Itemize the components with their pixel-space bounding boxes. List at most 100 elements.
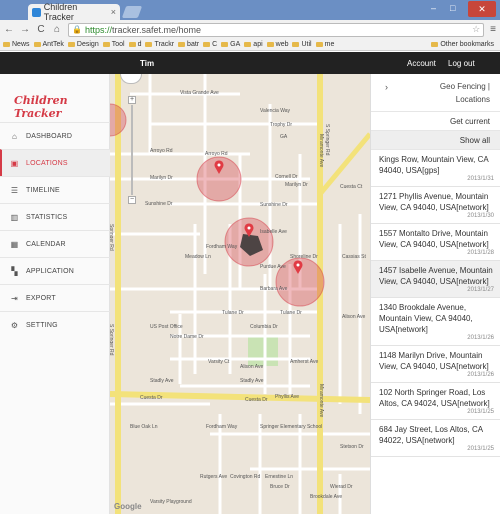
street-label: Alison Ave [342, 314, 366, 320]
sidebar-item-calendar[interactable]: ▦ CALENDAR [0, 230, 110, 257]
grid-icon: ▚ [11, 266, 18, 276]
location-item[interactable]: 1457 Isabelle Avenue, Mountain View, CA … [371, 261, 500, 298]
bookmark-item[interactable]: me [315, 41, 334, 48]
locations-panel: › Geo Fencing | Locations Get current Sh… [370, 74, 500, 514]
sidebar-item-statistics[interactable]: ▥ STATISTICS [0, 203, 110, 230]
location-item[interactable]: 102 North Springer Road, Los Altos, CA 9… [371, 383, 500, 420]
location-date: 2013/1/28 [467, 250, 494, 256]
folder-icon [431, 42, 439, 47]
current-user[interactable]: Tim [140, 59, 154, 68]
street-label: US Post Office [150, 324, 183, 330]
bookmark-item[interactable]: Tool [102, 41, 125, 48]
sidebar-item-label: APPLICATION [26, 267, 74, 275]
street-label: Cassias St [342, 254, 366, 260]
bookmark-item[interactable]: web [266, 41, 288, 48]
sidebar-item-dashboard[interactable]: ⌂ DASHBOARD [0, 122, 110, 149]
brand-logo[interactable]: Children Tracker [14, 94, 109, 120]
minimize-icon[interactable]: – [431, 3, 436, 13]
browser-tab[interactable]: Children Tracker × [28, 2, 120, 22]
sidebar-item-export[interactable]: ⇥ EXPORT [0, 284, 110, 311]
new-tab-button[interactable] [121, 6, 143, 18]
account-link[interactable]: Account [407, 59, 436, 68]
sidebar-item-timeline[interactable]: ☰ TIMELINE [0, 176, 110, 203]
sidebar-item-application[interactable]: ▚ APPLICATION [0, 257, 110, 284]
get-current-button[interactable]: Get current [371, 112, 500, 131]
folder-icon [33, 42, 41, 47]
lock-icon: 🔒 [72, 25, 82, 34]
street-label: Valencia Way [260, 108, 291, 114]
street-label: Ernestine Ln [265, 474, 294, 480]
other-bookmarks[interactable]: Other bookmarks [431, 41, 494, 48]
zoom-in-button[interactable]: + [128, 96, 136, 104]
home-icon: ⌂ [11, 131, 18, 141]
home-icon[interactable]: ⌂ [52, 24, 62, 35]
bookmark-item[interactable]: AntTek [33, 41, 64, 48]
location-item[interactable]: 1557 Montalto Drive, Mountain View, CA 9… [371, 224, 500, 261]
location-item[interactable]: 1271 Phyllis Avenue, Mountain View, CA 9… [371, 187, 500, 224]
map-view[interactable]: + − Google Vista Grande Ave Valencia Way T… [110, 74, 370, 514]
chevron-right-icon[interactable]: › [385, 82, 388, 92]
street-label: Notre Dame Dr [170, 334, 204, 340]
list-icon: ☰ [10, 185, 19, 195]
tab-title: Children Tracker [43, 2, 78, 22]
bookmark-item[interactable]: batr [178, 41, 199, 48]
window-close-icon[interactable]: ✕ [468, 1, 496, 17]
street-label: Springer Elementary School [260, 424, 323, 430]
export-icon: ⇥ [11, 293, 18, 303]
sidebar-item-label: DASHBOARD [26, 132, 73, 140]
street-label: Vista Grande Ave [180, 90, 219, 96]
bookmark-item[interactable]: Trackr [145, 41, 174, 48]
map-zoom-control: + − [128, 96, 136, 204]
bookmark-item[interactable]: api [244, 41, 263, 48]
bookmark-label: Util [301, 41, 312, 48]
sidebar-item-label: EXPORT [26, 294, 56, 302]
browser-menu-icon[interactable]: ≡ [490, 24, 496, 35]
tab-favicon-icon [32, 7, 41, 17]
show-all-button[interactable]: Show all [371, 131, 500, 150]
location-item[interactable]: Kings Row, Mountain View, CA 94040, USA[… [371, 150, 500, 187]
tab-close-icon[interactable]: × [111, 7, 116, 17]
panel-subtitle: Locations [455, 95, 490, 104]
bookmark-label: News [12, 41, 30, 48]
maximize-icon[interactable]: □ [450, 3, 455, 13]
street-label: Cuesta Dr [245, 397, 268, 403]
logout-link[interactable]: Log out [448, 59, 475, 68]
bookmark-item[interactable]: Design [67, 41, 99, 48]
reload-icon[interactable]: C [36, 24, 46, 35]
zoom-out-button[interactable]: − [128, 196, 136, 204]
location-item[interactable]: 1340 Brookdale Avenue, Mountain View, CA… [371, 298, 500, 346]
location-list: Kings Row, Mountain View, CA 94040, USA[… [371, 150, 500, 457]
location-address: 1340 Brookdale Avenue, Mountain View, CA… [379, 303, 473, 334]
bookmarks-bar: News AntTek Design Tool d Trackr batr C GA api web… [0, 39, 500, 51]
sidebar-item-label: STATISTICS [26, 213, 68, 221]
url-path: tracker.safet.me/home [111, 24, 202, 35]
folder-icon [266, 42, 274, 47]
bookmark-item[interactable]: d [128, 41, 141, 48]
bookmark-item[interactable]: News [3, 41, 30, 48]
street-label: Phyllis Ave [275, 394, 300, 400]
street-label: Covington Rd [230, 474, 261, 480]
app-header: Tim Account Log out [0, 52, 500, 74]
sidebar-item-label: LOCATIONS [26, 159, 68, 167]
bookmark-item[interactable]: Util [292, 41, 312, 48]
street-label: Arroyo Rd [205, 151, 228, 157]
bookmark-star-icon[interactable]: ☆ [472, 24, 480, 35]
location-item[interactable]: 684 Jay Street, Los Altos, CA 94022, USA… [371, 420, 500, 457]
sidebar-nav: ⌂ DASHBOARD ▣ LOCATIONS ☰ TIMELINE ▥ STATISTICS… [0, 122, 110, 338]
folder-icon [67, 42, 75, 47]
address-bar[interactable]: 🔒 https://tracker.safet.me/home ☆ [68, 22, 485, 37]
sidebar-item-locations[interactable]: ▣ LOCATIONS [0, 149, 110, 176]
street-label: Springer Rd [110, 224, 114, 251]
zoom-slider[interactable] [131, 105, 133, 195]
back-icon[interactable]: ← [4, 24, 14, 35]
forward-icon[interactable]: → [20, 24, 30, 35]
folder-icon [292, 42, 300, 47]
bookmark-item[interactable]: GA [221, 41, 240, 48]
location-address: Kings Row, Mountain View, CA 94040, USA[… [379, 155, 489, 175]
street-label: Stadly Ave [150, 378, 174, 384]
bookmark-item[interactable]: C [203, 41, 217, 48]
location-item[interactable]: 1148 Marilyn Drive, Mountain View, CA 94… [371, 346, 500, 383]
folder-icon [178, 42, 186, 47]
sidebar-item-setting[interactable]: ⚙ SETTING [0, 311, 110, 338]
location-address: 1557 Montalto Drive, Mountain View, CA 9… [379, 229, 489, 249]
